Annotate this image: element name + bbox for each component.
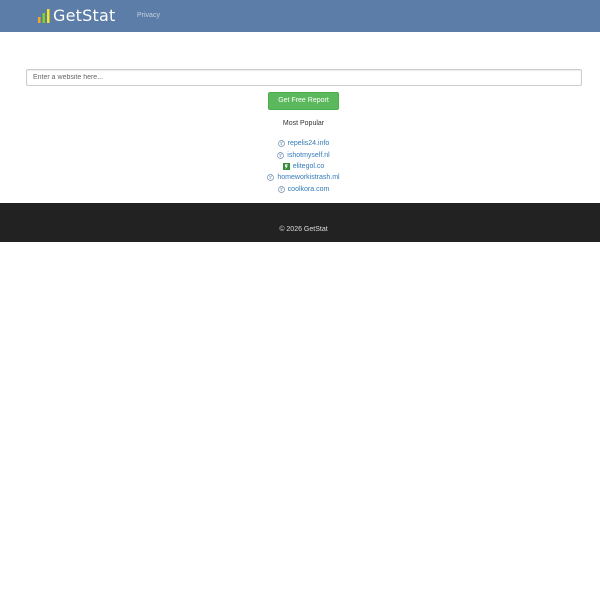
search-form bbox=[26, 66, 582, 86]
footer: © 2026 GetStat bbox=[0, 203, 600, 242]
list-item: coolkora.com bbox=[0, 184, 600, 195]
site-domain: coolkora.com bbox=[287, 185, 330, 193]
most-popular-heading: Most Popular bbox=[282, 120, 325, 127]
list-item: ishotmyself.nl bbox=[0, 149, 600, 160]
globe-icon bbox=[277, 151, 285, 159]
list-item: repelis24.info bbox=[0, 138, 600, 149]
globe-icon bbox=[277, 185, 285, 193]
bar-chart-icon bbox=[38, 9, 50, 23]
popular-site-link[interactable]: ishotmyself.nl bbox=[277, 150, 330, 161]
site-domain: repelis24.info bbox=[287, 140, 330, 148]
popular-sites-list: repelis24.info ishotmyself.nl elitegol.c… bbox=[0, 138, 600, 195]
site-domain: homeworkistrash.ml bbox=[277, 174, 340, 182]
navbar: GetStat Privacy bbox=[0, 0, 600, 32]
get-free-report-button[interactable]: Get Free Report bbox=[268, 92, 339, 110]
popular-site-link[interactable]: coolkora.com bbox=[277, 184, 330, 195]
site-domain: elitegol.co bbox=[292, 162, 325, 170]
nav-link-privacy[interactable]: Privacy bbox=[137, 10, 160, 22]
website-search-input[interactable] bbox=[26, 69, 582, 86]
site-favicon-icon bbox=[282, 162, 290, 170]
popular-site-link[interactable]: elitegol.co bbox=[282, 161, 325, 172]
popular-site-link[interactable]: homeworkistrash.ml bbox=[267, 172, 340, 183]
globe-icon bbox=[267, 174, 275, 182]
copyright-text: © 2026 GetStat bbox=[279, 226, 328, 233]
site-domain: ishotmyself.nl bbox=[287, 151, 330, 159]
list-item: homeworkistrash.ml bbox=[0, 172, 600, 183]
globe-icon bbox=[277, 140, 285, 148]
brand-logo-link[interactable]: GetStat bbox=[38, 6, 115, 26]
brand-name: GetStat bbox=[53, 6, 116, 25]
popular-site-link[interactable]: repelis24.info bbox=[277, 138, 330, 149]
list-item: elitegol.co bbox=[0, 161, 600, 172]
